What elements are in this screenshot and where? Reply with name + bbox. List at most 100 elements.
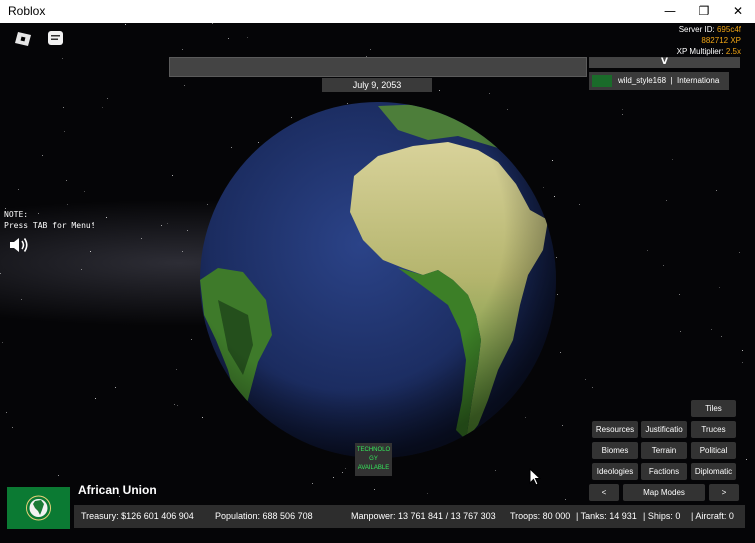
roblox-icon: [15, 32, 31, 46]
star: [592, 387, 593, 388]
star: [711, 329, 712, 330]
star: [42, 155, 43, 156]
ships-value: | Ships: 0: [643, 511, 681, 521]
star: [187, 230, 188, 231]
xp-multiplier-label: XP Multiplier:: [676, 47, 724, 56]
star: [579, 204, 580, 205]
star: [115, 387, 116, 388]
star: [585, 379, 586, 380]
star: [81, 269, 82, 270]
xp-multiplier-value: 2.5x: [725, 47, 741, 56]
server-id-label: Server ID:: [678, 25, 715, 34]
star: [102, 107, 103, 108]
resource-bar: Treasury: $126 601 406 904 Population: 6…: [74, 505, 745, 528]
window-title: Roblox: [8, 4, 46, 18]
player-list-toggle[interactable]: V: [589, 57, 740, 68]
minimize-button[interactable]: —: [653, 0, 687, 23]
star: [746, 459, 747, 460]
star: [176, 369, 177, 370]
map-mode-political[interactable]: Political: [691, 442, 736, 459]
map-mode-biomes[interactable]: Biomes: [592, 442, 638, 459]
map-mode-truces[interactable]: Truces: [691, 421, 736, 438]
country-name: African Union: [78, 483, 157, 497]
star: [721, 336, 722, 337]
star: [663, 265, 664, 266]
technology-available-button[interactable]: TECHNOLO GY AVAILABLE: [355, 443, 392, 476]
star: [374, 489, 375, 490]
map-mode-ideologies[interactable]: Ideologies: [592, 463, 638, 480]
star: [184, 85, 185, 86]
maximize-button[interactable]: ❐: [687, 0, 721, 23]
african-union-emblem-icon: [7, 487, 70, 529]
star: [742, 350, 743, 351]
star: [565, 499, 566, 500]
star: [345, 468, 346, 469]
aircraft-value: | Aircraft: 0: [691, 511, 734, 521]
star: [174, 404, 175, 405]
close-button[interactable]: ✕: [721, 0, 755, 23]
map-mode-tiles[interactable]: Tiles: [691, 400, 736, 417]
star: [427, 493, 428, 494]
star: [141, 238, 142, 239]
map-mode-factions[interactable]: Factions: [641, 463, 687, 480]
star: [58, 475, 59, 476]
map-mode-justification[interactable]: Justificatio: [641, 421, 687, 438]
star: [333, 477, 334, 478]
star: [2, 342, 3, 343]
star: [562, 425, 563, 426]
star: [90, 251, 91, 252]
map-mode-diplomatic[interactable]: Diplomatic: [691, 463, 736, 480]
star: [125, 24, 126, 25]
star: [672, 159, 673, 160]
star: [666, 200, 667, 201]
star: [107, 98, 108, 99]
star: [62, 58, 63, 59]
star: [719, 287, 720, 288]
server-id-value: 695c4f: [716, 25, 741, 34]
star: [18, 189, 19, 190]
star: [212, 23, 213, 24]
star: [0, 273, 1, 274]
star: [742, 362, 743, 363]
player-faction: Internationa: [677, 76, 720, 85]
map-modes-next-button[interactable]: >: [709, 484, 739, 501]
game-viewport[interactable]: Server ID: 695c4f 882712 XP XP Multiplie…: [0, 23, 755, 543]
star: [95, 398, 96, 399]
roblox-logo-button[interactable]: [12, 31, 34, 47]
xp-value: 882712 XP: [701, 36, 741, 45]
player-list-row[interactable]: wild_style168 | Internationa: [589, 72, 729, 90]
star: [6, 412, 7, 413]
window-titlebar: Roblox — ❐ ✕: [0, 0, 755, 23]
menu-note: NOTE: Press TAB for Menu!: [4, 210, 96, 230]
star: [161, 225, 162, 226]
map-mode-resources[interactable]: Resources: [592, 421, 638, 438]
map-modes-prev-button[interactable]: <: [589, 484, 619, 501]
star: [489, 93, 490, 94]
star: [228, 38, 229, 39]
star: [680, 331, 681, 332]
player-name: wild_style168: [618, 76, 667, 85]
star: [66, 180, 67, 181]
server-stats: Server ID: 695c4f 882712 XP XP Multiplie…: [677, 24, 741, 57]
chat-icon: [48, 31, 63, 45]
star: [182, 49, 183, 50]
star: [312, 483, 313, 484]
star: [106, 217, 107, 218]
country-flag[interactable]: [7, 487, 70, 529]
star: [21, 299, 22, 300]
globe-shade: [200, 102, 556, 458]
map-mode-terrain[interactable]: Terrain: [641, 442, 687, 459]
star: [622, 114, 623, 115]
star: [172, 175, 173, 176]
speaker-icon[interactable]: [8, 235, 30, 255]
earth-globe[interactable]: [198, 100, 558, 460]
star: [342, 472, 343, 473]
top-info-bar: [169, 57, 587, 77]
star: [67, 204, 68, 205]
star: [716, 190, 717, 191]
chat-button[interactable]: [46, 29, 66, 47]
mouse-cursor-icon: [529, 468, 541, 486]
player-separator: |: [670, 76, 673, 85]
troops-value: Troops: 80 000: [510, 511, 571, 521]
map-modes-button[interactable]: Map Modes: [623, 484, 705, 501]
